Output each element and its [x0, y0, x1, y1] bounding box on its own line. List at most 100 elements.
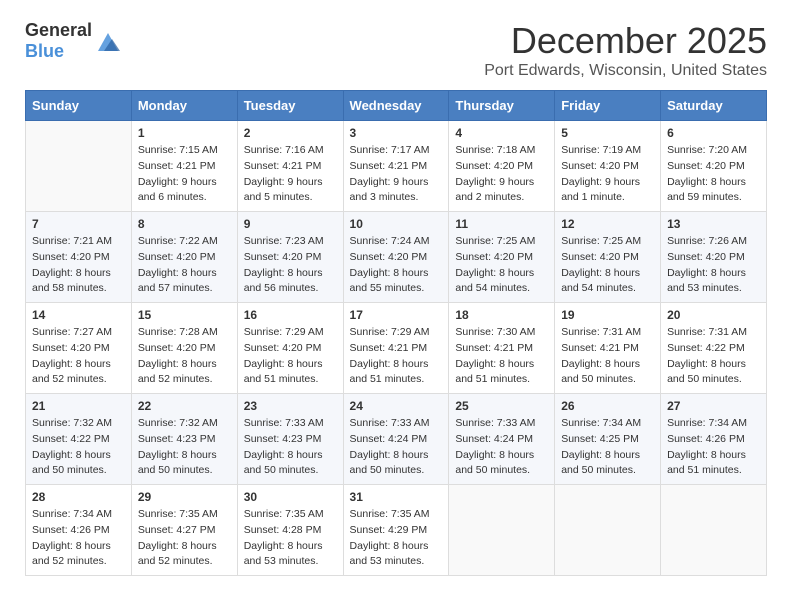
weekday-header: Tuesday [237, 91, 343, 121]
calendar-cell: 28Sunrise: 7:34 AMSunset: 4:26 PMDayligh… [26, 485, 132, 576]
day-number: 6 [667, 126, 760, 140]
calendar-cell: 5 Sunrise: 7:19 AMSunset: 4:20 PMDaylight… [555, 121, 661, 212]
calendar-row: 28Sunrise: 7:34 AMSunset: 4:26 PMDayligh… [26, 485, 767, 576]
day-number: 26 [561, 399, 654, 413]
day-number: 15 [138, 308, 231, 322]
calendar-table: SundayMondayTuesdayWednesdayThursdayFrid… [25, 90, 767, 576]
day-number: 16 [244, 308, 337, 322]
day-info: Sunrise: 7:18 AMSunset: 4:20 PMDaylight:… [455, 143, 548, 206]
weekday-header: Friday [555, 91, 661, 121]
logo: General Blue [25, 20, 122, 62]
calendar-cell: 19Sunrise: 7:31 AMSunset: 4:21 PMDayligh… [555, 303, 661, 394]
calendar-cell: 31 Sunrise: 7:35 AMSunset: 4:29 PMDayligh… [343, 485, 449, 576]
day-number: 29 [138, 490, 231, 504]
calendar-cell: 6 Sunrise: 7:20 AMSunset: 4:20 PMDaylight… [661, 121, 767, 212]
day-number: 20 [667, 308, 760, 322]
calendar-cell: 27Sunrise: 7:34 AMSunset: 4:26 PMDayligh… [661, 394, 767, 485]
day-info: Sunrise: 7:20 AMSunset: 4:20 PMDaylight:… [667, 143, 760, 206]
day-number: 12 [561, 217, 654, 231]
calendar-cell: 1 Sunrise: 7:15 AMSunset: 4:21 PMDaylight… [131, 121, 237, 212]
weekday-header: Sunday [26, 91, 132, 121]
day-info: Sunrise: 7:19 AMSunset: 4:20 PMDaylight:… [561, 143, 654, 206]
subtitle: Port Edwards, Wisconsin, United States [484, 62, 767, 80]
weekday-header: Saturday [661, 91, 767, 121]
calendar-cell: 18Sunrise: 7:30 AMSunset: 4:21 PMDayligh… [449, 303, 555, 394]
day-number: 24 [350, 399, 443, 413]
day-number: 17 [350, 308, 443, 322]
day-number: 25 [455, 399, 548, 413]
day-number: 21 [32, 399, 125, 413]
day-info: Sunrise: 7:34 AMSunset: 4:25 PMDaylight:… [561, 416, 654, 479]
day-info: Sunrise: 7:15 AMSunset: 4:21 PMDaylight:… [138, 143, 231, 206]
calendar-cell: 21 Sunrise: 7:32 AMSunset: 4:22 PMDayligh… [26, 394, 132, 485]
day-number: 13 [667, 217, 760, 231]
day-number: 18 [455, 308, 548, 322]
calendar-cell [555, 485, 661, 576]
day-info: Sunrise: 7:16 AMSunset: 4:21 PMDaylight:… [244, 143, 337, 206]
day-info: Sunrise: 7:28 AMSunset: 4:20 PMDaylight:… [138, 325, 231, 388]
day-number: 14 [32, 308, 125, 322]
calendar-cell: 20 Sunrise: 7:31 AMSunset: 4:22 PMDayligh… [661, 303, 767, 394]
day-number: 1 [138, 126, 231, 140]
day-info: Sunrise: 7:33 AMSunset: 4:23 PMDaylight:… [244, 416, 337, 479]
day-number: 2 [244, 126, 337, 140]
weekday-header: Wednesday [343, 91, 449, 121]
day-number: 7 [32, 217, 125, 231]
day-info: Sunrise: 7:22 AMSunset: 4:20 PMDaylight:… [138, 234, 231, 297]
day-number: 3 [350, 126, 443, 140]
logo-text: General Blue [25, 20, 92, 62]
calendar-cell: 30Sunrise: 7:35 AMSunset: 4:28 PMDayligh… [237, 485, 343, 576]
day-number: 30 [244, 490, 337, 504]
day-number: 28 [32, 490, 125, 504]
calendar-body: 1 Sunrise: 7:15 AMSunset: 4:21 PMDaylight… [26, 121, 767, 576]
calendar-cell: 7 Sunrise: 7:21 AMSunset: 4:20 PMDaylight… [26, 212, 132, 303]
day-number: 8 [138, 217, 231, 231]
calendar-cell: 25 Sunrise: 7:33 AMSunset: 4:24 PMDayligh… [449, 394, 555, 485]
calendar-cell: 24 Sunrise: 7:33 AMSunset: 4:24 PMDayligh… [343, 394, 449, 485]
calendar-cell: 3 Sunrise: 7:17 AMSunset: 4:21 PMDaylight… [343, 121, 449, 212]
weekday-row: SundayMondayTuesdayWednesdayThursdayFrid… [26, 91, 767, 121]
day-number: 5 [561, 126, 654, 140]
day-number: 27 [667, 399, 760, 413]
calendar-cell [26, 121, 132, 212]
day-info: Sunrise: 7:29 AMSunset: 4:21 PMDaylight:… [350, 325, 443, 388]
calendar-row: 21 Sunrise: 7:32 AMSunset: 4:22 PMDayligh… [26, 394, 767, 485]
day-info: Sunrise: 7:17 AMSunset: 4:21 PMDaylight:… [350, 143, 443, 206]
calendar-row: 1 Sunrise: 7:15 AMSunset: 4:21 PMDaylight… [26, 121, 767, 212]
calendar-header: SundayMondayTuesdayWednesdayThursdayFrid… [26, 91, 767, 121]
day-number: 23 [244, 399, 337, 413]
calendar-cell: 15 Sunrise: 7:28 AMSunset: 4:20 PMDayligh… [131, 303, 237, 394]
day-info: Sunrise: 7:31 AMSunset: 4:22 PMDaylight:… [667, 325, 760, 388]
day-number: 31 [350, 490, 443, 504]
calendar-cell [661, 485, 767, 576]
page-header: General Blue December 2025 Port Edwards,… [25, 20, 767, 80]
weekday-header: Thursday [449, 91, 555, 121]
day-info: Sunrise: 7:29 AMSunset: 4:20 PMDaylight:… [244, 325, 337, 388]
calendar-row: 14Sunrise: 7:27 AMSunset: 4:20 PMDayligh… [26, 303, 767, 394]
weekday-header: Monday [131, 91, 237, 121]
day-info: Sunrise: 7:21 AMSunset: 4:20 PMDaylight:… [32, 234, 125, 297]
calendar-row: 7 Sunrise: 7:21 AMSunset: 4:20 PMDaylight… [26, 212, 767, 303]
calendar-cell: 29 Sunrise: 7:35 AMSunset: 4:27 PMDayligh… [131, 485, 237, 576]
calendar-cell: 13 Sunrise: 7:26 AMSunset: 4:20 PMDayligh… [661, 212, 767, 303]
day-number: 9 [244, 217, 337, 231]
day-info: Sunrise: 7:32 AMSunset: 4:22 PMDaylight:… [32, 416, 125, 479]
logo-general: General [25, 20, 92, 40]
day-info: Sunrise: 7:25 AMSunset: 4:20 PMDaylight:… [561, 234, 654, 297]
calendar-cell: 10Sunrise: 7:24 AMSunset: 4:20 PMDayligh… [343, 212, 449, 303]
day-info: Sunrise: 7:32 AMSunset: 4:23 PMDaylight:… [138, 416, 231, 479]
day-info: Sunrise: 7:33 AMSunset: 4:24 PMDaylight:… [455, 416, 548, 479]
calendar-cell: 4Sunrise: 7:18 AMSunset: 4:20 PMDaylight… [449, 121, 555, 212]
title-area: December 2025 Port Edwards, Wisconsin, U… [484, 20, 767, 80]
calendar-cell: 11Sunrise: 7:25 AMSunset: 4:20 PMDayligh… [449, 212, 555, 303]
day-info: Sunrise: 7:33 AMSunset: 4:24 PMDaylight:… [350, 416, 443, 479]
calendar-cell: 8 Sunrise: 7:22 AMSunset: 4:20 PMDaylight… [131, 212, 237, 303]
main-title: December 2025 [484, 20, 767, 62]
day-info: Sunrise: 7:35 AMSunset: 4:27 PMDaylight:… [138, 507, 231, 570]
day-info: Sunrise: 7:35 AMSunset: 4:29 PMDaylight:… [350, 507, 443, 570]
day-info: Sunrise: 7:25 AMSunset: 4:20 PMDaylight:… [455, 234, 548, 297]
calendar-cell: 2 Sunrise: 7:16 AMSunset: 4:21 PMDaylight… [237, 121, 343, 212]
calendar-cell: 23 Sunrise: 7:33 AMSunset: 4:23 PMDayligh… [237, 394, 343, 485]
logo-blue: Blue [25, 41, 64, 61]
day-info: Sunrise: 7:26 AMSunset: 4:20 PMDaylight:… [667, 234, 760, 297]
